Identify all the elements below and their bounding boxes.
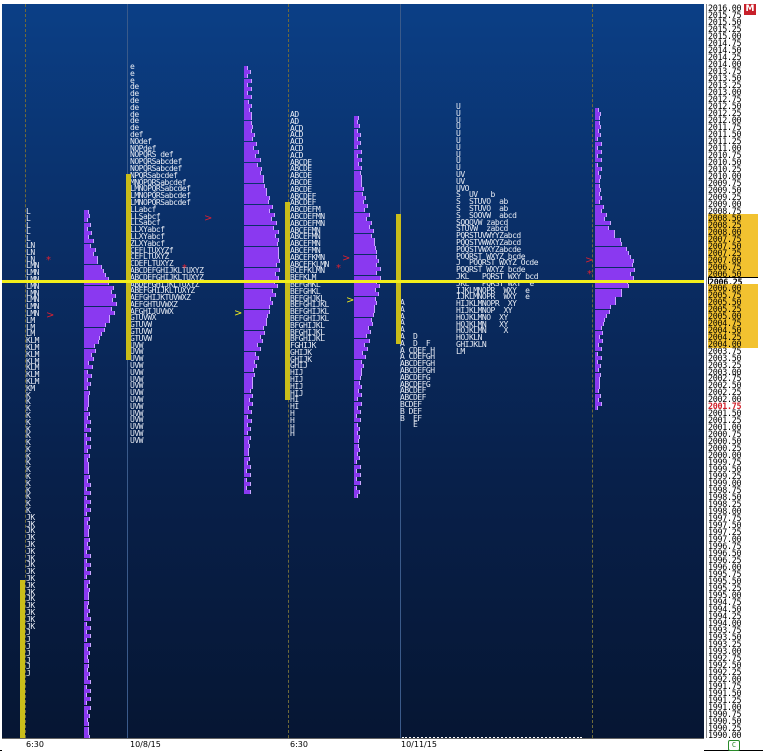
chart-window: L L L L L LN LN LN LMN LMN LMN LMN LMN L… [0, 0, 763, 751]
close-marker-icon: > [585, 255, 594, 266]
price-scale[interactable]: 2016.00 2015.75 2015.50 2015.25 2015.00 2014.… [706, 4, 758, 738]
open-marker-icon: * [336, 263, 341, 274]
volume-bar [595, 406, 598, 411]
tpo-letters: e e e de de de de de de de def NOdef NOP… [130, 62, 204, 445]
time-label: 6:30 [26, 740, 44, 749]
day-divider [127, 4, 128, 738]
status-icon[interactable]: C [728, 740, 740, 751]
value-area-bar [126, 174, 131, 360]
date-label: 10/8/15 [130, 740, 161, 749]
close-marker-icon: > [342, 253, 351, 264]
open-marker-icon: * [182, 263, 187, 274]
value-area-bar [285, 202, 290, 400]
session-divider [592, 4, 593, 738]
time-axis[interactable]: 6:30 10/8/15 6:30 10/11/15 [2, 738, 704, 751]
close-marker-icon: > [46, 310, 55, 321]
open-marker-icon: * [46, 255, 51, 266]
date-label: 10/11/15 [401, 740, 437, 749]
volume-bar [244, 490, 251, 495]
market-profile-chart[interactable]: L L L L L LN LN LN LMN LMN LMN LMN LMN L… [2, 4, 704, 738]
close-marker-icon: > [234, 308, 243, 319]
time-label: 6:30 [290, 740, 308, 749]
value-area-bar [396, 214, 401, 344]
close-marker-icon: > [204, 213, 213, 224]
close-marker-icon: > [346, 295, 355, 306]
close-button[interactable]: M [744, 4, 756, 15]
last-price-line [2, 280, 704, 283]
value-area-bar [20, 580, 25, 738]
volume-bar [354, 494, 358, 498]
open-marker-icon: * [587, 269, 592, 280]
tpo-letters: U U U U U U U U U U UV UV UVO S UV b S S… [456, 102, 539, 356]
tpo-letters: A A A A A A D A D F A CDEF H A CDEFGH AB… [400, 298, 435, 430]
price-tick: 1990.00 [708, 730, 742, 738]
tpo-letters: AD AD ACD ACD ACD ACD ACD ABCDE ABCDE AB… [290, 110, 329, 439]
